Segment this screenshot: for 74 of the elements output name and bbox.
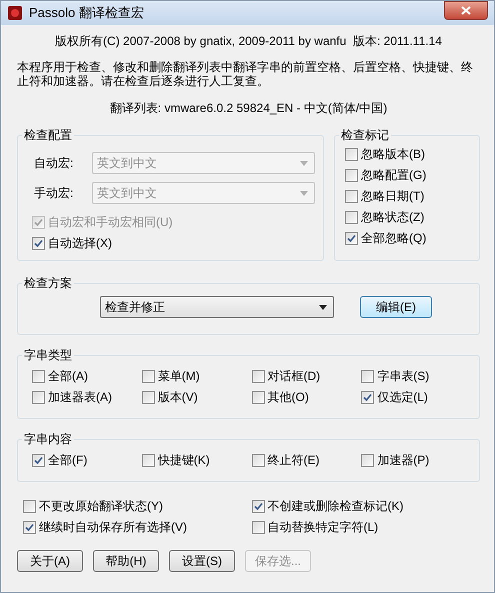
check-icon (363, 393, 372, 402)
checkbox-label: 不创建或删除检查标记(K) (268, 498, 404, 515)
checkbox-label: 全部忽略(Q) (361, 230, 426, 247)
app-icon (7, 5, 23, 21)
checkbox-label: 终止符(E) (268, 452, 320, 469)
group-title: 检查方案 (23, 275, 73, 292)
check-icon (34, 456, 43, 465)
checkbox-label: 全部(A) (48, 368, 88, 385)
checkbox[interactable] (142, 454, 155, 467)
checkbox[interactable] (345, 169, 358, 182)
checkbox[interactable] (252, 521, 264, 534)
dropdown-arrow-icon (300, 160, 308, 166)
group-title: 检查配置 (23, 127, 73, 144)
checkbox-label: 自动替换特定字符(L) (268, 519, 378, 536)
description-text: 本程序用于检查、修改和删除翻译列表中翻译字串的前置空格、后置空格、快捷键、终止符和加速器。请在检查后逐条进行人工复查。 (17, 60, 474, 88)
checkbox[interactable] (32, 454, 45, 467)
checkbox-label: 全部(F) (48, 452, 88, 469)
checkbox-label: 忽略日期(T) (361, 188, 424, 205)
window-title: Passolo 翻译检查宏 (29, 4, 145, 22)
checkbox[interactable] (345, 211, 358, 224)
check-icon (254, 502, 262, 511)
dialog-button[interactable]: 关于(A) (17, 550, 83, 572)
checkbox[interactable] (361, 370, 374, 383)
checkbox[interactable] (32, 237, 45, 250)
checkbox-label: 快捷键(K) (158, 452, 210, 469)
checkbox-label: 字串表(S) (377, 368, 430, 385)
field-label: 自动宏: (34, 154, 74, 172)
dialog-button[interactable]: 帮助(H) (93, 550, 159, 572)
checkbox-label: 继续时自动保存所有选择(V) (39, 519, 187, 536)
check-icon (347, 234, 356, 243)
close-icon (461, 6, 471, 14)
close-button[interactable] (444, 1, 488, 20)
checkbox-label: 加速器表(A) (48, 389, 112, 406)
checkbox[interactable] (252, 454, 264, 467)
group-title: 检查标记 (340, 127, 390, 144)
checkbox-label: 自动选择(X) (48, 235, 112, 252)
checkbox[interactable] (361, 391, 374, 404)
edit-button[interactable]: 编辑(E) (360, 296, 432, 318)
dropdown-arrow-icon (319, 304, 327, 310)
scheme-dropdown[interactable]: 检查并修正 (100, 296, 334, 318)
checkbox-label: 版本(V) (158, 389, 198, 406)
checkbox[interactable] (32, 370, 45, 383)
checkbox-label: 其他(O) (268, 389, 309, 406)
check-icon (34, 218, 43, 227)
checkbox[interactable] (252, 370, 264, 383)
checkbox[interactable] (142, 391, 155, 404)
check-icon (25, 523, 34, 532)
checkbox-label: 忽略配置(G) (361, 167, 426, 184)
checkbox-label: 忽略状态(Z) (361, 209, 424, 226)
translation-list-text: 翻译列表: vmware6.0.2 59824_EN - 中文(简体/中国) (110, 101, 388, 115)
field-label: 手动宏: (34, 184, 74, 202)
checkbox[interactable] (345, 190, 358, 203)
dialog-button[interactable]: 设置(S) (169, 550, 235, 572)
checkbox-label: 自动宏和手动宏相同(U) (48, 214, 173, 231)
checkbox[interactable] (345, 232, 358, 245)
checkbox[interactable] (361, 454, 374, 467)
checkbox-label: 忽略版本(B) (361, 146, 425, 163)
check-icon (34, 239, 43, 248)
checkbox-label: 加速器(P) (377, 452, 430, 469)
checkbox-label: 对话框(D) (268, 368, 320, 385)
checkbox-label: 菜单(M) (158, 368, 200, 385)
checkbox[interactable] (252, 500, 264, 513)
checkbox-label: 不更改原始翻译状态(Y) (39, 498, 163, 515)
dropdown-arrow-icon (300, 190, 308, 196)
checkbox[interactable] (32, 391, 45, 404)
group-title: 字串内容 (23, 431, 73, 448)
checkbox[interactable] (23, 500, 36, 513)
group-title: 字串类型 (23, 347, 73, 364)
checkbox[interactable] (345, 148, 358, 161)
copyright-text: 版权所有(C) 2007-2008 by gnatix, 2009-2011 by wanfu 版本: 2011.11.14 (55, 34, 442, 48)
checkbox-label: 仅选定(L) (377, 389, 428, 406)
checkbox[interactable] (142, 370, 155, 383)
checkbox[interactable] (23, 521, 36, 534)
checkbox[interactable] (252, 391, 264, 404)
